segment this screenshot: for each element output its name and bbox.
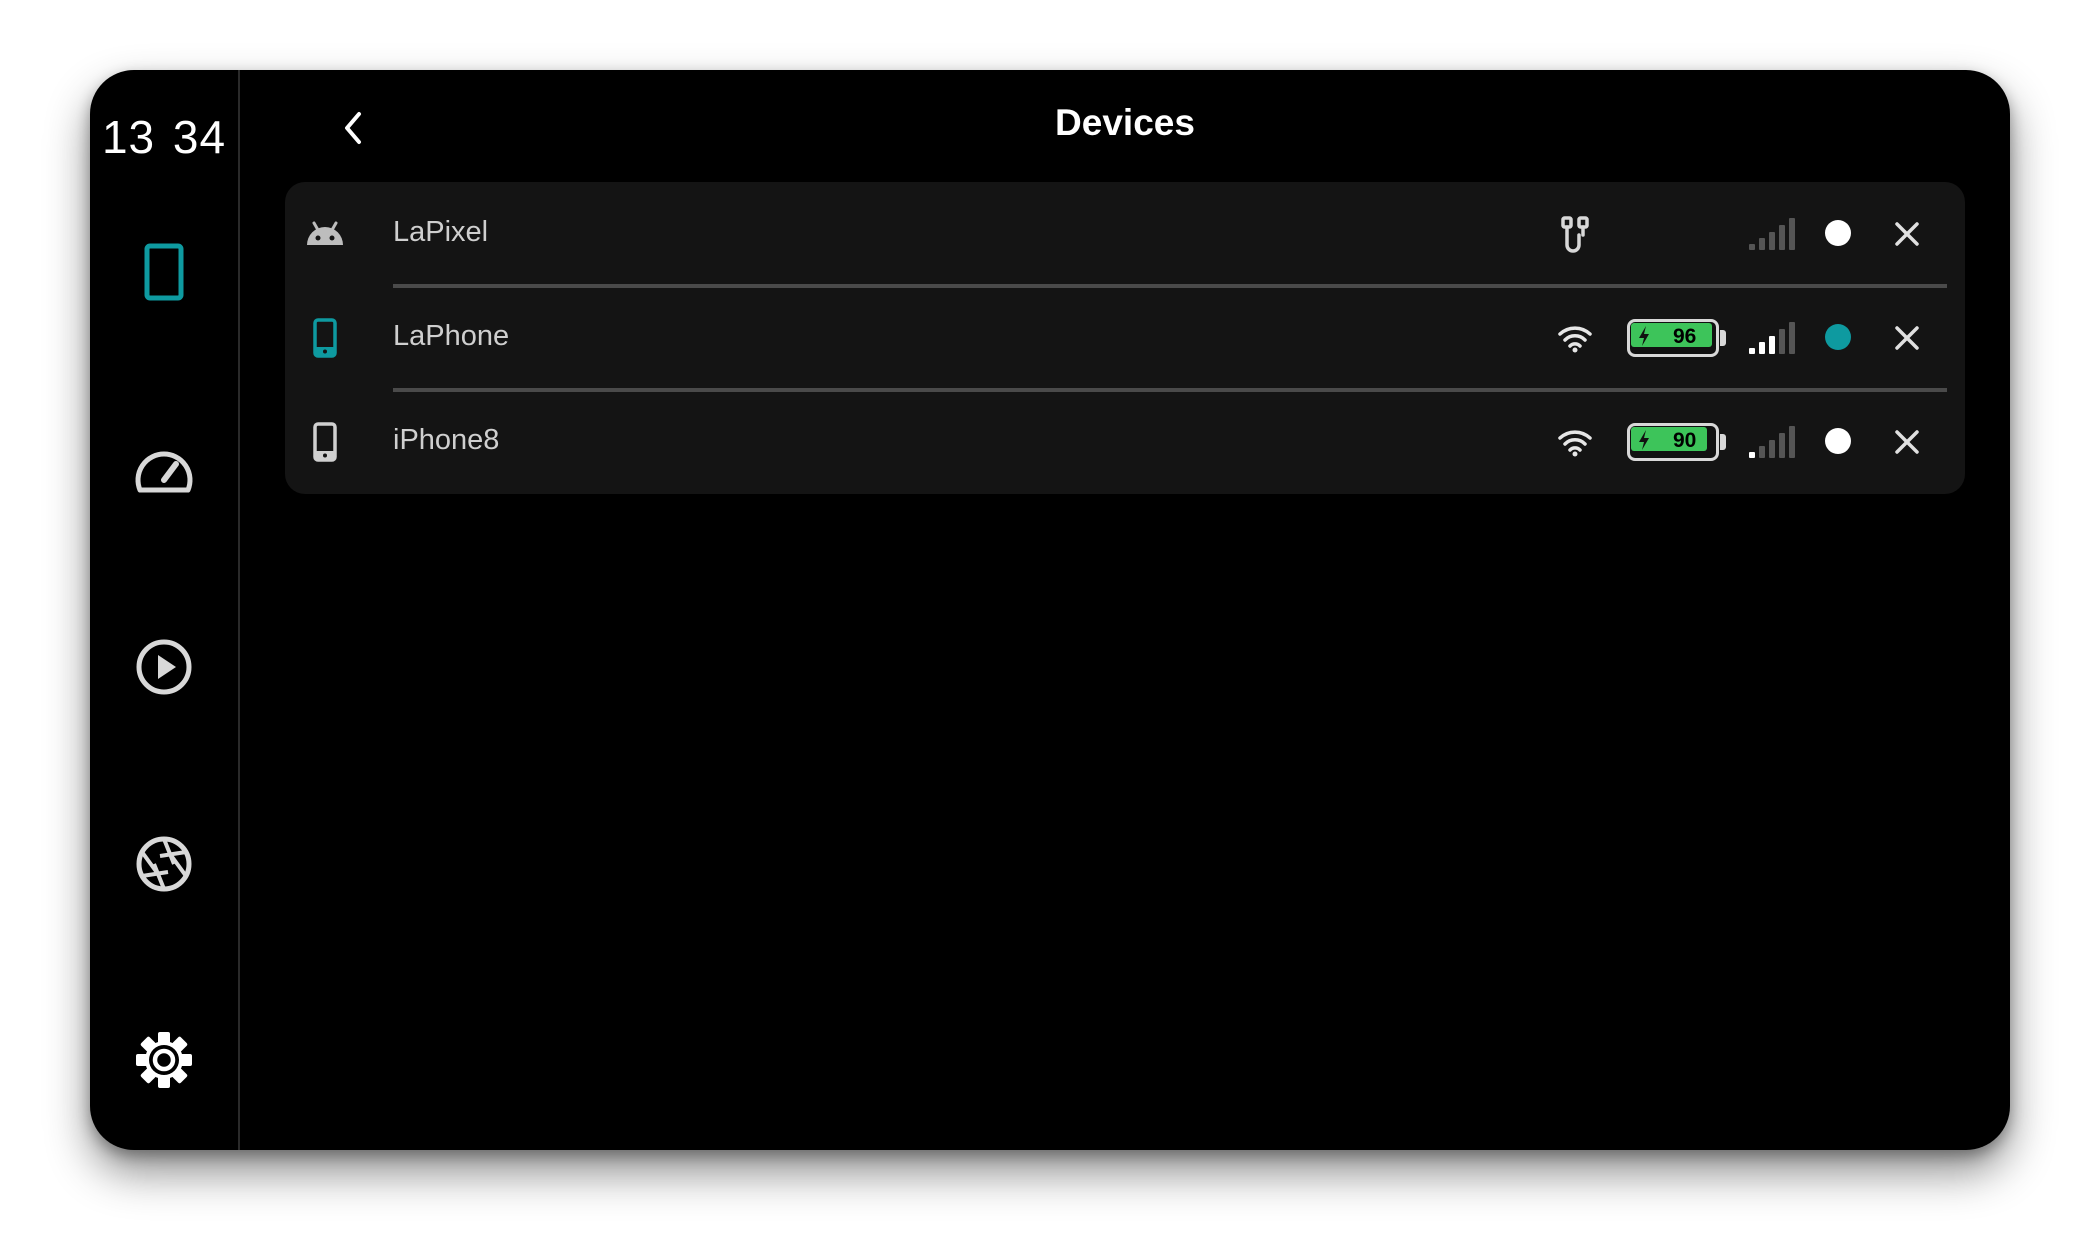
device-name: iPhone8 — [393, 424, 500, 456]
battery-indicator: 96 — [1627, 319, 1729, 357]
status-dot — [1825, 220, 1851, 246]
status-dot — [1825, 428, 1851, 454]
nav-dashboard-button[interactable] — [116, 422, 212, 518]
device-name: LaPixel — [393, 216, 489, 248]
battery-indicator: 90 — [1627, 423, 1729, 461]
phone-icon — [303, 316, 347, 360]
nav-rail: 13 34 — [90, 70, 240, 1150]
header: Devices — [240, 70, 2010, 182]
battery-percent: 96 — [1673, 325, 1697, 348]
nav-settings-button[interactable] — [116, 1012, 212, 1108]
nav-media-button[interactable] — [116, 619, 212, 715]
remove-device-button[interactable] — [1881, 208, 1933, 260]
charging-bolt-icon — [1639, 326, 1649, 346]
battery-percent: 90 — [1673, 429, 1697, 452]
wifi-icon — [1553, 318, 1597, 358]
close-icon — [1895, 222, 1919, 246]
android-icon — [303, 212, 347, 256]
speedometer-icon — [135, 451, 193, 493]
device-list: LaPixel LaPhone 96 iPhone8 90 — [285, 182, 1965, 494]
charging-bolt-icon — [1639, 430, 1649, 450]
page-title: Devices — [1055, 102, 1195, 143]
usb-cable-icon — [1553, 214, 1597, 254]
signal-strength-icon — [1749, 218, 1795, 250]
signal-strength-icon — [1749, 426, 1795, 458]
phone-icon — [144, 243, 184, 301]
clock: 13 34 — [101, 111, 227, 163]
close-icon — [1895, 430, 1919, 454]
device-row-lapixel[interactable]: LaPixel — [285, 182, 1965, 288]
wifi-icon — [1553, 422, 1597, 462]
close-icon — [1895, 326, 1919, 350]
nav-camera-button[interactable] — [116, 816, 212, 912]
aperture-icon — [136, 836, 192, 892]
play-circle-icon — [136, 639, 192, 695]
device-row-iphone8[interactable]: iPhone8 90 — [285, 390, 1965, 494]
remove-device-button[interactable] — [1881, 312, 1933, 364]
device-screen: 13 34 Devices LaPixel LaPhone 96 iPhone8… — [90, 70, 2010, 1150]
gear-icon — [136, 1032, 192, 1088]
signal-strength-icon — [1749, 322, 1795, 354]
remove-device-button[interactable] — [1881, 416, 1933, 468]
status-dot — [1825, 324, 1851, 350]
device-row-laphone[interactable]: LaPhone 96 — [285, 286, 1965, 392]
nav-devices-button[interactable] — [116, 224, 212, 320]
device-name: LaPhone — [393, 320, 510, 352]
phone-icon — [303, 420, 347, 464]
